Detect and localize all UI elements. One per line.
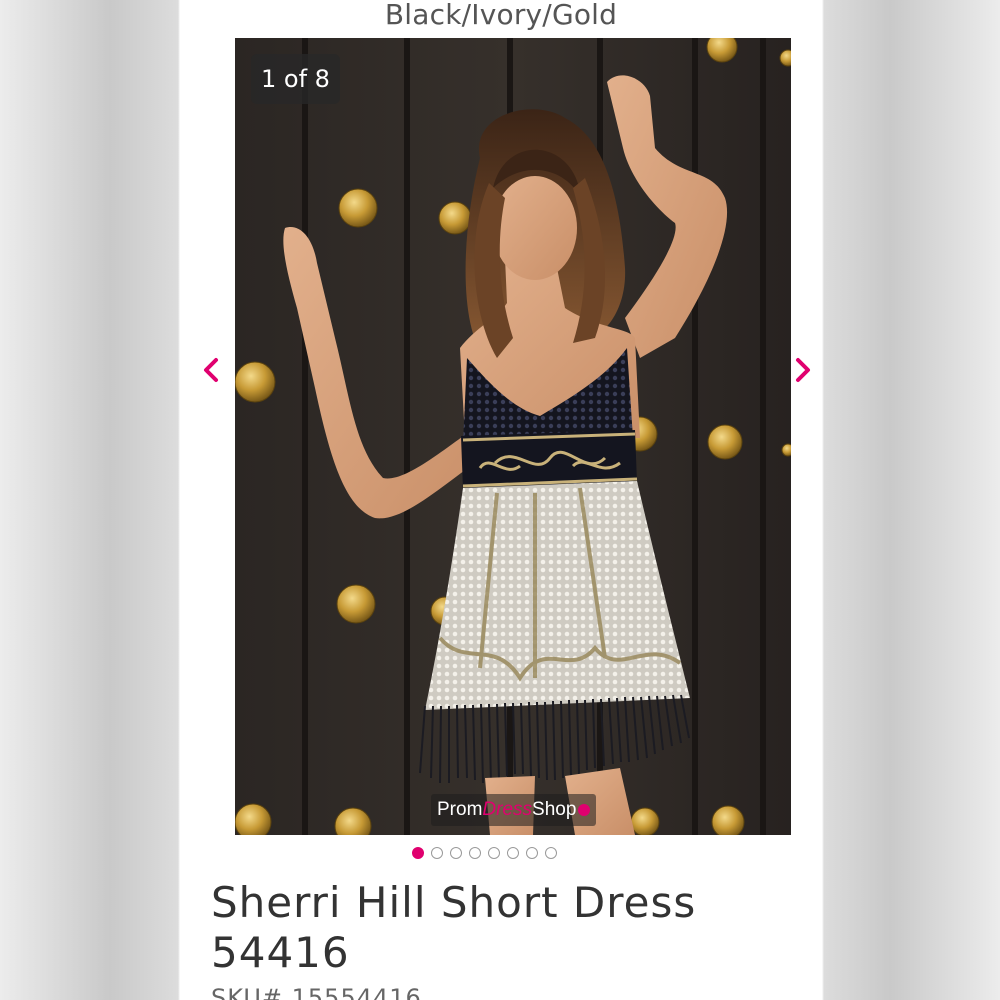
watermark-dot-icon — [578, 803, 591, 816]
image-counter-badge: 1 of 8 — [251, 54, 340, 104]
watermark-part-dress: Dress — [482, 799, 533, 820]
color-label: Black/Ivory/Gold — [384, 0, 618, 31]
product-title-line-2: 54416 — [211, 928, 350, 977]
brand-watermark: PromDressShop — [431, 794, 597, 826]
product-title-line-1: Sherri Hill Short Dress — [211, 878, 697, 927]
product-photo — [235, 38, 791, 835]
carousel-dot-1[interactable] — [412, 847, 424, 859]
carousel-dot-6[interactable] — [507, 847, 519, 859]
product-card: Black/Ivory/Gold 1 of 8 PromDressShop Sh… — [180, 0, 822, 1000]
product-image-gallery[interactable]: 1 of 8 PromDressShop — [235, 38, 791, 835]
watermark-part-prom: Prom — [437, 799, 483, 820]
chevron-left-icon — [204, 358, 218, 382]
watermark-part-shop: Shop — [532, 799, 577, 820]
chevron-right-icon — [796, 358, 810, 382]
carousel-dot-8[interactable] — [545, 847, 557, 859]
carousel-dot-7[interactable] — [526, 847, 538, 859]
carousel-dot-2[interactable] — [431, 847, 443, 859]
carousel-dot-5[interactable] — [488, 847, 500, 859]
page: Black/Ivory/Gold 1 of 8 PromDressShop Sh… — [0, 0, 1000, 1000]
carousel-dot-3[interactable] — [450, 847, 462, 859]
carousel-pagination — [412, 847, 557, 863]
product-sku: SKU# 15554416 — [211, 984, 422, 1000]
carousel-dot-4[interactable] — [469, 847, 481, 859]
previous-image-button[interactable] — [196, 355, 226, 385]
next-image-button[interactable] — [788, 355, 818, 385]
product-title: Sherri Hill Short Dress 54416 — [211, 878, 801, 978]
